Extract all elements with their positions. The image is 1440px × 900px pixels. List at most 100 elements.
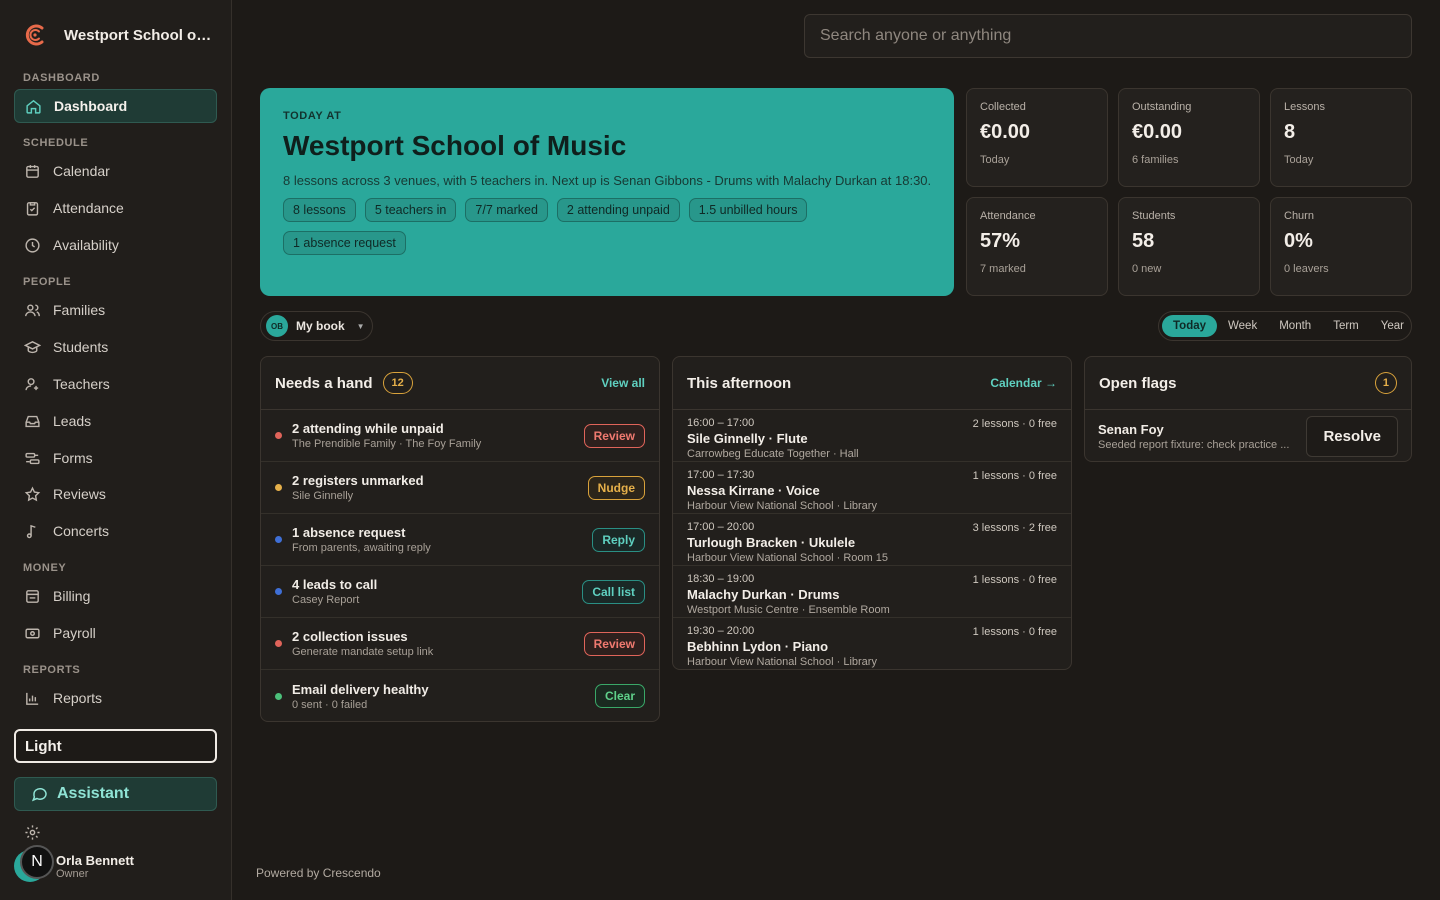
hero-chip[interactable]: 2 attending unpaid — [556, 198, 680, 222]
dev-tools-badge[interactable]: N — [20, 845, 54, 879]
powered-by-footer[interactable]: Powered by Crescendo — [256, 866, 381, 880]
range-year[interactable]: Year — [1370, 315, 1415, 337]
hero-chip[interactable]: 1 absence request — [283, 231, 406, 255]
stat-sub: 0 leavers — [1284, 263, 1329, 275]
sidebar-item-calendar[interactable]: Calendar — [14, 154, 217, 188]
list-item: 2 registers unmarked Sile Ginnelly Nudge — [261, 462, 659, 514]
lesson-slot[interactable]: 17:00 – 17:30 Nessa Kirrane · Voice Harb… — [673, 462, 1071, 514]
item-sub: From parents, awaiting reply — [292, 542, 431, 554]
sidebar-item-reviews[interactable]: Reviews — [14, 477, 217, 511]
item-sub: Generate mandate setup link — [292, 646, 434, 658]
assistant-button[interactable]: Assistant — [14, 777, 217, 811]
range-today[interactable]: Today — [1162, 315, 1218, 337]
music-note-icon — [26, 524, 36, 538]
slot-meta: 1 lessons · 0 free — [972, 574, 1057, 586]
users-icon — [25, 303, 40, 316]
review-button[interactable]: Review — [583, 631, 645, 656]
view-all-link[interactable]: View all — [601, 376, 645, 390]
calendar-link[interactable]: Calendar → — [990, 376, 1057, 390]
stat-card-attendance[interactable]: Attendance 57% 7 marked — [966, 197, 1108, 296]
section-dashboard: DASHBOARD — [23, 72, 100, 84]
resolve-button[interactable]: Resolve — [1306, 415, 1398, 457]
card-title: Needs a hand — [275, 374, 373, 392]
clear-button[interactable]: Clear — [594, 684, 645, 708]
status-dot — [275, 536, 282, 543]
stat-label: Lessons — [1284, 101, 1325, 113]
item-sub: 0 sent · 0 failed — [292, 698, 368, 711]
banknote-icon — [25, 628, 40, 638]
section-people: PEOPLE — [23, 276, 72, 288]
user-name: Orla Bennett — [56, 852, 135, 868]
stat-value: 57% — [980, 230, 1021, 252]
card-header: This afternoon Calendar → — [673, 357, 1071, 410]
user-cog-icon — [25, 377, 39, 390]
card-header: Needs a hand 12 View all — [261, 357, 659, 410]
stat-card-lessons[interactable]: Lessons 8 Today — [1270, 88, 1412, 187]
nudge-button[interactable]: Nudge — [587, 475, 645, 500]
today-hero-card: TODAY AT Westport School of Music 8 less… — [260, 88, 954, 296]
bar-chart-icon — [26, 692, 39, 705]
hero-chip[interactable]: 1.5 unbilled hours — [688, 198, 808, 222]
slot-teacher: Sile Ginnelly · Flute — [687, 431, 808, 446]
sidebar-item-label: Dashboard — [54, 98, 128, 114]
sidebar-item-students[interactable]: Students — [14, 330, 217, 364]
status-dot — [275, 692, 282, 700]
sidebar-item-concerts[interactable]: Concerts — [14, 514, 217, 548]
sidebar-item-availability[interactable]: Availability — [14, 228, 217, 262]
this-afternoon-card: This afternoon Calendar → 16:00 – 17:00 … — [672, 356, 1072, 670]
lesson-slot[interactable]: 19:30 – 20:00 Bebhinn Lydon · Piano Harb… — [673, 618, 1071, 669]
sidebar-item-label: Availability — [53, 237, 119, 253]
sidebar-item-label: Payroll — [53, 625, 96, 641]
call-list-button[interactable]: Call list — [582, 579, 645, 604]
range-term[interactable]: Term — [1322, 315, 1370, 337]
slot-teacher: Malachy Durkan · Drums — [687, 587, 840, 602]
range-month[interactable]: Month — [1268, 315, 1322, 337]
review-button[interactable]: Review — [583, 423, 645, 448]
item-title: 1 absence request — [292, 525, 406, 540]
list-item: 2 collection issues Generate mandate setu… — [261, 618, 659, 670]
stat-value: €0.00 — [1132, 121, 1183, 143]
brand[interactable]: Westport School of Music — [22, 22, 212, 48]
stat-card-churn[interactable]: Churn 0% 0 leavers — [1270, 197, 1412, 296]
stat-card-outstanding[interactable]: Outstanding €0.00 6 families — [1118, 88, 1260, 187]
sidebar-item-label: Families — [53, 302, 106, 318]
lesson-slot[interactable]: 17:00 – 20:00 Turlough Bracken · Ukulele… — [673, 514, 1071, 566]
stat-card-collected[interactable]: Collected €0.00 Today — [966, 88, 1108, 187]
graduation-cap-icon — [24, 340, 41, 353]
sidebar-item-reports[interactable]: Reports — [14, 681, 217, 715]
stat-value: €0.00 — [980, 121, 1031, 143]
lesson-slot[interactable]: 18:30 – 19:00 Malachy Durkan · Drums Wes… — [673, 566, 1071, 618]
sidebar-item-forms[interactable]: Forms — [14, 441, 217, 475]
sidebar-item-billing[interactable]: Billing — [14, 579, 217, 613]
sidebar-item-teachers[interactable]: Teachers — [14, 367, 217, 401]
chat-bubble-icon — [31, 787, 47, 802]
slot-meta: 2 lessons · 0 free — [972, 418, 1057, 430]
flag-description: Seeded report fixture: check practice ..… — [1098, 438, 1290, 451]
section-reports: REPORTS — [23, 664, 81, 676]
needs-a-hand-card: Needs a hand 12 View all 2 attending whi… — [260, 356, 660, 722]
hero-chip[interactable]: 8 lessons — [283, 198, 356, 222]
sidebar-item-label: Students — [53, 339, 109, 355]
sidebar-item-leads[interactable]: Leads — [14, 404, 217, 438]
stat-sub: Today — [1284, 154, 1314, 166]
search-input[interactable] — [804, 14, 1412, 58]
card-title: Open flags — [1099, 374, 1177, 392]
lesson-slot[interactable]: 16:00 – 17:00 Sile Ginnelly · Flute Carr… — [673, 410, 1071, 462]
stat-card-students[interactable]: Students 58 0 new — [1118, 197, 1260, 296]
status-dot — [275, 484, 282, 491]
reply-button[interactable]: Reply — [592, 527, 645, 552]
theme-toggle-button[interactable]: Light — [14, 729, 217, 763]
sidebar-item-attendance[interactable]: Attendance — [14, 191, 217, 225]
sidebar-item-settings[interactable] — [14, 815, 217, 849]
my-book-dropdown[interactable]: OB My book ▼ — [260, 311, 373, 341]
sidebar-item-families[interactable]: Families — [14, 293, 217, 327]
brand-name: Westport School of Music — [64, 26, 212, 44]
sidebar-item-payroll[interactable]: Payroll — [14, 616, 217, 650]
range-week[interactable]: Week — [1217, 315, 1268, 337]
sidebar-item-label: Calendar — [53, 163, 110, 179]
slot-meta: 1 lessons · 0 free — [972, 626, 1057, 638]
hero-chip[interactable]: 5 teachers in — [364, 198, 457, 222]
hero-chip[interactable]: 7/7 marked — [465, 198, 548, 222]
slot-meta: 3 lessons · 2 free — [972, 522, 1057, 534]
sidebar-item-dashboard[interactable]: Dashboard — [14, 89, 217, 123]
